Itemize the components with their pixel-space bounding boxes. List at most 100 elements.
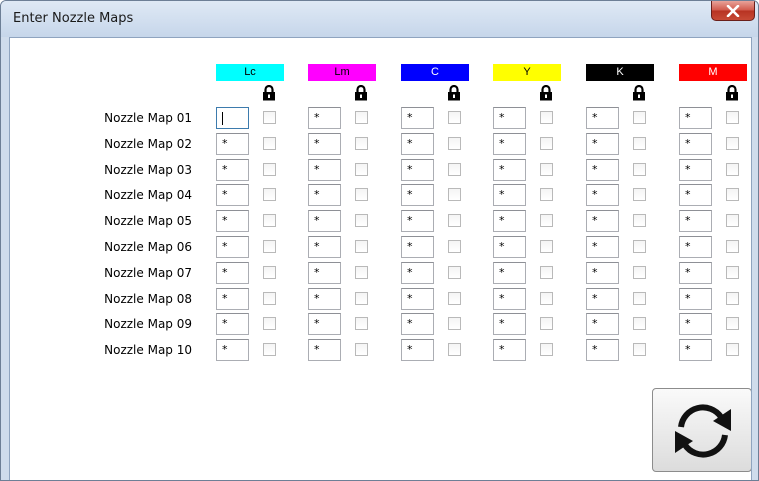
nozzle-map-field-c[interactable]: * <box>401 313 434 335</box>
nozzle-map-field-y[interactable]: * <box>493 262 526 284</box>
lock-checkbox-lm[interactable] <box>355 240 368 253</box>
lock-checkbox-k[interactable] <box>633 137 646 150</box>
lock-checkbox-lm[interactable] <box>355 163 368 176</box>
nozzle-map-field-m[interactable]: * <box>679 133 712 155</box>
nozzle-map-field-y[interactable]: * <box>493 339 526 361</box>
lock-checkbox-y[interactable] <box>540 137 553 150</box>
lock-checkbox-m[interactable] <box>726 111 739 124</box>
refresh-button[interactable] <box>652 388 751 472</box>
lock-checkbox-y[interactable] <box>540 343 553 356</box>
nozzle-map-field-lc[interactable]: * <box>216 339 249 361</box>
lock-checkbox-lm[interactable] <box>355 188 368 201</box>
nozzle-map-field-lm[interactable]: * <box>308 133 341 155</box>
lock-checkbox-c[interactable] <box>448 163 461 176</box>
nozzle-map-field-lc[interactable]: * <box>216 288 249 310</box>
nozzle-map-field-m[interactable]: * <box>679 313 712 335</box>
nozzle-map-field-c[interactable]: * <box>401 339 434 361</box>
nozzle-map-field-lc[interactable]: * <box>216 133 249 155</box>
nozzle-map-field-lm[interactable]: * <box>308 262 341 284</box>
close-button[interactable] <box>711 1 755 21</box>
nozzle-map-field-lc[interactable]: * <box>216 236 249 258</box>
lock-checkbox-m[interactable] <box>726 317 739 330</box>
lock-checkbox-y[interactable] <box>540 188 553 201</box>
nozzle-map-field-lm[interactable]: * <box>308 236 341 258</box>
lock-checkbox-k[interactable] <box>633 292 646 305</box>
lock-checkbox-y[interactable] <box>540 317 553 330</box>
lock-checkbox-k[interactable] <box>633 240 646 253</box>
lock-checkbox-k[interactable] <box>633 343 646 356</box>
lock-checkbox-lm[interactable] <box>355 343 368 356</box>
nozzle-map-field-m[interactable]: * <box>679 262 712 284</box>
nozzle-map-field-lm[interactable]: * <box>308 184 341 206</box>
lock-checkbox-m[interactable] <box>726 163 739 176</box>
lock-checkbox-c[interactable] <box>448 292 461 305</box>
title-bar[interactable]: Enter Nozzle Maps <box>1 1 758 37</box>
lock-checkbox-m[interactable] <box>726 343 739 356</box>
lock-checkbox-lm[interactable] <box>355 266 368 279</box>
nozzle-map-field-lc[interactable]: * <box>216 262 249 284</box>
nozzle-map-field-lm[interactable]: * <box>308 210 341 232</box>
lock-checkbox-lm[interactable] <box>355 292 368 305</box>
nozzle-map-field-k[interactable]: * <box>586 236 619 258</box>
lock-checkbox-k[interactable] <box>633 163 646 176</box>
nozzle-map-field-m[interactable]: * <box>679 184 712 206</box>
lock-checkbox-k[interactable] <box>633 111 646 124</box>
lock-checkbox-c[interactable] <box>448 214 461 227</box>
nozzle-map-field-m[interactable]: * <box>679 339 712 361</box>
lock-checkbox-y[interactable] <box>540 292 553 305</box>
lock-checkbox-lc[interactable] <box>263 188 276 201</box>
lock-checkbox-k[interactable] <box>633 188 646 201</box>
nozzle-map-field-c[interactable]: * <box>401 184 434 206</box>
nozzle-map-field-k[interactable]: * <box>586 107 619 129</box>
nozzle-map-field-k[interactable]: * <box>586 159 619 181</box>
lock-checkbox-y[interactable] <box>540 111 553 124</box>
nozzle-map-field-m[interactable]: * <box>679 236 712 258</box>
lock-checkbox-lc[interactable] <box>263 317 276 330</box>
nozzle-map-field-c[interactable]: * <box>401 210 434 232</box>
nozzle-map-field-c[interactable]: * <box>401 133 434 155</box>
lock-checkbox-m[interactable] <box>726 292 739 305</box>
lock-checkbox-m[interactable] <box>726 266 739 279</box>
nozzle-map-field-lc[interactable]: * <box>216 313 249 335</box>
nozzle-map-field-m[interactable]: * <box>679 107 712 129</box>
lock-checkbox-c[interactable] <box>448 137 461 150</box>
lock-checkbox-c[interactable] <box>448 317 461 330</box>
nozzle-map-field-lc[interactable]: * <box>216 184 249 206</box>
nozzle-map-field-lc[interactable]: * <box>216 210 249 232</box>
nozzle-map-field-lm[interactable]: * <box>308 288 341 310</box>
lock-checkbox-lc[interactable] <box>263 111 276 124</box>
lock-checkbox-lc[interactable] <box>263 292 276 305</box>
nozzle-map-field-c[interactable]: * <box>401 159 434 181</box>
nozzle-map-field-y[interactable]: * <box>493 133 526 155</box>
nozzle-map-field-m[interactable]: * <box>679 210 712 232</box>
nozzle-map-field-m[interactable]: * <box>679 159 712 181</box>
nozzle-map-field-k[interactable]: * <box>586 262 619 284</box>
nozzle-map-field-y[interactable]: * <box>493 107 526 129</box>
nozzle-map-field-k[interactable]: * <box>586 133 619 155</box>
lock-checkbox-m[interactable] <box>726 240 739 253</box>
lock-checkbox-lm[interactable] <box>355 317 368 330</box>
lock-checkbox-c[interactable] <box>448 266 461 279</box>
nozzle-map-field-lm[interactable]: * <box>308 159 341 181</box>
lock-checkbox-lc[interactable] <box>263 163 276 176</box>
lock-checkbox-lc[interactable] <box>263 137 276 150</box>
lock-checkbox-m[interactable] <box>726 214 739 227</box>
nozzle-map-field-k[interactable]: * <box>586 184 619 206</box>
lock-checkbox-lm[interactable] <box>355 111 368 124</box>
nozzle-map-field-c[interactable]: * <box>401 288 434 310</box>
nozzle-map-field-lm[interactable]: * <box>308 313 341 335</box>
nozzle-map-field-k[interactable]: * <box>586 210 619 232</box>
nozzle-map-field-y[interactable]: * <box>493 313 526 335</box>
nozzle-map-field-m[interactable]: * <box>679 288 712 310</box>
lock-checkbox-m[interactable] <box>726 188 739 201</box>
lock-checkbox-lc[interactable] <box>263 214 276 227</box>
lock-checkbox-c[interactable] <box>448 188 461 201</box>
nozzle-map-field-y[interactable]: * <box>493 159 526 181</box>
nozzle-map-field-y[interactable]: * <box>493 236 526 258</box>
lock-checkbox-c[interactable] <box>448 343 461 356</box>
nozzle-map-field-lc[interactable]: * <box>216 159 249 181</box>
lock-checkbox-c[interactable] <box>448 240 461 253</box>
nozzle-map-field-y[interactable]: * <box>493 210 526 232</box>
nozzle-map-field-lm[interactable]: * <box>308 107 341 129</box>
lock-checkbox-k[interactable] <box>633 266 646 279</box>
